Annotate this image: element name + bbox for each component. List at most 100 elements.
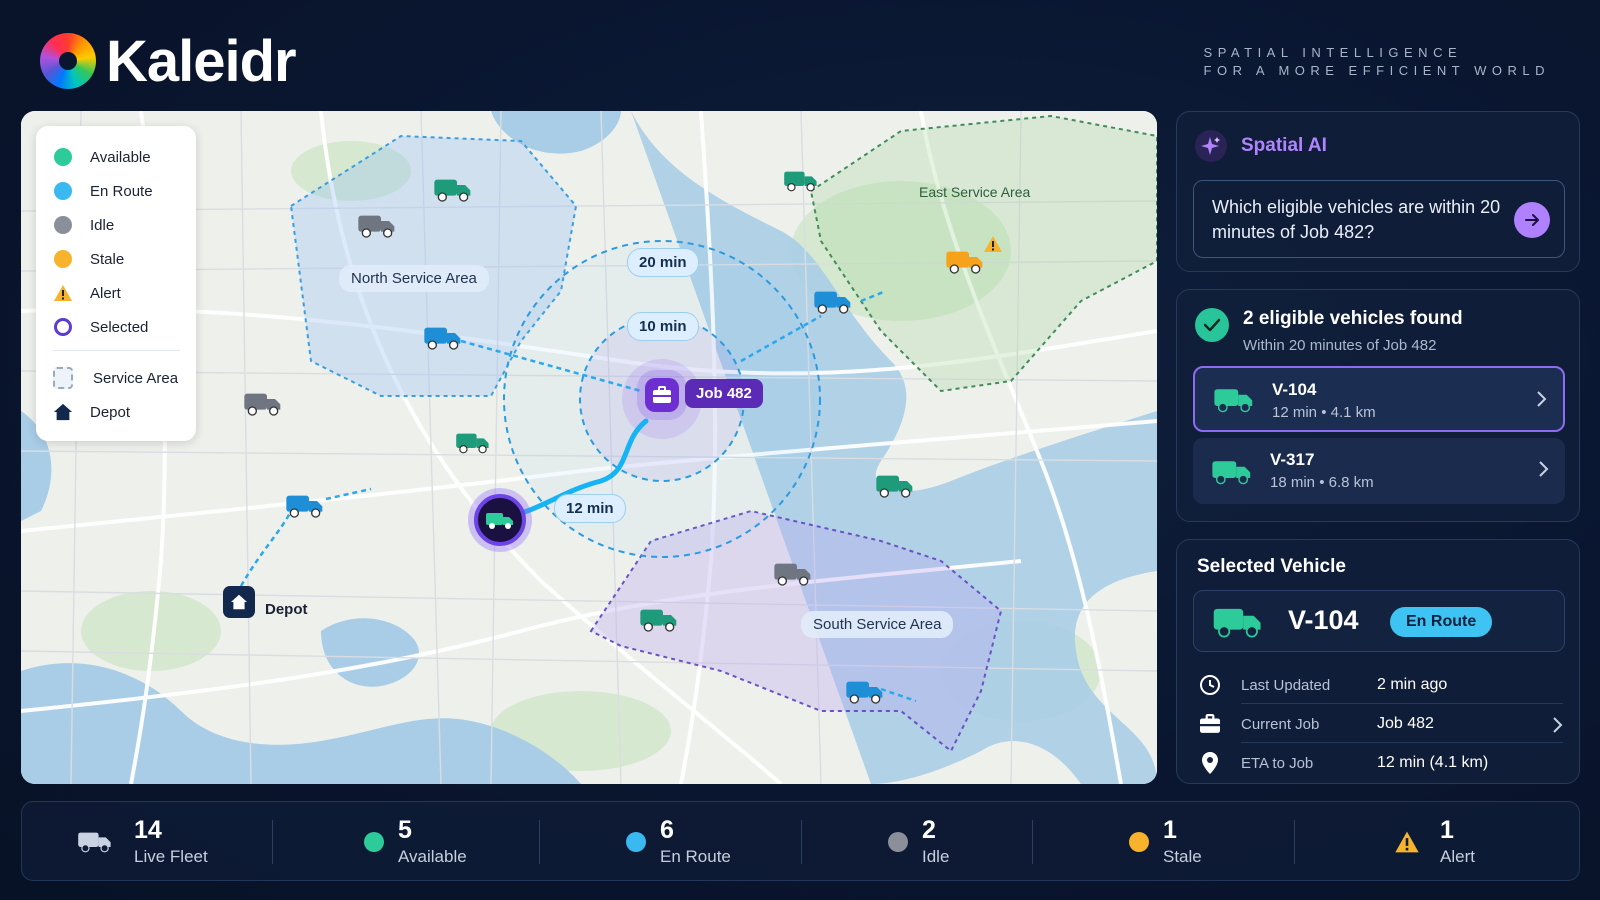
truck-marker-available[interactable] xyxy=(433,175,473,203)
vehicle-id: V-317 xyxy=(1270,450,1315,469)
home-icon xyxy=(53,403,73,421)
vehicle-meta: 12 min • 4.1 km xyxy=(1272,404,1376,421)
vehicle-card-v104[interactable]: V-104 12 min • 4.1 km xyxy=(1193,366,1565,432)
job-482-tag[interactable]: Job 482 xyxy=(685,379,763,408)
truck-marker-en-route[interactable] xyxy=(285,491,325,519)
legend-item-service-area: Service Area xyxy=(53,361,196,395)
spatial-ai-title: Spatial AI xyxy=(1241,135,1327,156)
briefcase-icon xyxy=(653,386,671,403)
north-service-area-label: North Service Area xyxy=(339,265,489,292)
ring-20-min-label: 20 min xyxy=(627,248,699,277)
fleet-stats-bar: 14 Live Fleet 5 Available 6 En Route 2 I… xyxy=(21,801,1580,881)
depot-pin[interactable] xyxy=(223,586,255,618)
truck-marker-available[interactable] xyxy=(639,605,679,633)
stale-dot-icon xyxy=(54,250,72,268)
chevron-right-icon xyxy=(1537,391,1547,407)
map-view[interactable]: Available En Route Idle Stale Alert Sele… xyxy=(21,111,1157,784)
arrow-right-icon xyxy=(1525,214,1539,226)
location-pin-icon xyxy=(1202,752,1218,774)
en-route-dot-icon xyxy=(54,182,72,200)
stat-stale: 1 Stale xyxy=(1129,802,1279,882)
truck-icon xyxy=(78,832,111,853)
warning-icon xyxy=(984,236,1002,252)
detail-eta: ETA to Job 12 min (4.1 km) xyxy=(1197,744,1563,782)
vehicle-meta: 18 min • 6.8 km xyxy=(1270,474,1374,491)
stat-available: 5 Available xyxy=(364,802,544,882)
results-panel: 2 eligible vehicles found Within 20 minu… xyxy=(1176,289,1580,522)
south-service-area-label: South Service Area xyxy=(801,611,954,638)
dashed-square-icon xyxy=(53,367,73,389)
vehicle-card-v317[interactable]: V-317 18 min • 6.8 km xyxy=(1193,438,1565,504)
selected-vehicle-marker[interactable] xyxy=(474,494,526,546)
divider xyxy=(1294,820,1295,864)
detail-current-job[interactable]: Current Job Job 482 xyxy=(1197,705,1563,743)
selected-vehicle-card: V-104 En Route xyxy=(1193,590,1565,652)
detail-last-updated: Last Updated 2 min ago xyxy=(1197,666,1563,704)
stat-en-route: 6 En Route xyxy=(626,802,806,882)
stale-dot-icon xyxy=(1129,832,1149,852)
chevron-right-icon xyxy=(1539,461,1549,477)
results-title: 2 eligible vehicles found xyxy=(1243,308,1463,329)
east-service-area-label: East Service Area xyxy=(919,184,1031,200)
ai-query-text: Which eligible vehicles are within 20 mi… xyxy=(1212,197,1501,242)
divider xyxy=(1241,703,1563,704)
truck-icon xyxy=(1212,461,1251,485)
brand-header: Kaleidr xyxy=(40,29,297,94)
selected-vehicle-title: Selected Vehicle xyxy=(1197,556,1346,577)
truck-marker-available[interactable] xyxy=(875,471,915,499)
divider xyxy=(539,820,540,864)
logo-icon xyxy=(40,33,96,89)
truck-marker-en-route[interactable] xyxy=(813,287,853,315)
divider xyxy=(1241,742,1563,743)
stat-idle: 2 Idle xyxy=(888,802,1038,882)
divider xyxy=(1032,820,1033,864)
idle-dot-icon xyxy=(54,216,72,234)
job-pin[interactable] xyxy=(645,378,679,412)
truck-marker-idle[interactable] xyxy=(773,559,813,587)
legend-item-selected: Selected xyxy=(53,310,196,344)
legend-item-stale: Stale xyxy=(53,242,196,276)
stat-live-fleet: 14 Live Fleet xyxy=(77,802,277,882)
spatial-ai-panel: Spatial AI Which eligible vehicles are w… xyxy=(1176,111,1580,272)
sparkle-icon xyxy=(1195,130,1227,162)
selected-ring-icon xyxy=(54,318,72,336)
truck-icon xyxy=(486,513,513,529)
depot-label: Depot xyxy=(265,601,308,618)
stat-alert: 1 Alert xyxy=(1394,802,1544,882)
legend-item-idle: Idle xyxy=(53,208,196,242)
legend-item-available: Available xyxy=(53,140,196,174)
status-badge: En Route xyxy=(1390,607,1493,637)
map-legend: Available En Route Idle Stale Alert Sele… xyxy=(36,126,196,441)
send-button[interactable] xyxy=(1514,202,1550,238)
clock-icon xyxy=(1200,675,1220,695)
spatial-ai-header: Spatial AI xyxy=(1195,130,1327,162)
divider xyxy=(272,820,273,864)
legend-item-en-route: En Route xyxy=(53,174,196,208)
chevron-right-icon xyxy=(1553,717,1563,733)
warning-icon xyxy=(54,285,72,301)
legend-divider xyxy=(53,350,180,351)
truck-marker-available[interactable] xyxy=(455,429,491,455)
selected-vehicle-panel: Selected Vehicle V-104 En Route Last Upd… xyxy=(1176,539,1580,784)
results-subtitle: Within 20 minutes of Job 482 xyxy=(1243,337,1437,354)
truck-marker-available[interactable] xyxy=(783,167,819,193)
warning-icon xyxy=(1395,831,1419,853)
idle-dot-icon xyxy=(888,832,908,852)
selected-vehicle-id: V-104 xyxy=(1288,605,1359,635)
ai-query-input[interactable]: Which eligible vehicles are within 20 mi… xyxy=(1193,180,1565,258)
vehicle-id: V-104 xyxy=(1272,380,1317,399)
available-dot-icon xyxy=(54,148,72,166)
truck-marker-idle[interactable] xyxy=(357,211,397,239)
truck-marker-en-route[interactable] xyxy=(845,677,885,705)
tagline: SPATIAL INTELLIGENCE FOR A MORE EFFICIEN… xyxy=(1203,45,1550,78)
legend-item-alert: Alert xyxy=(53,276,196,310)
briefcase-icon xyxy=(1200,714,1220,733)
truck-marker-en-route[interactable] xyxy=(423,323,463,351)
truck-marker-idle[interactable] xyxy=(243,389,283,417)
available-dot-icon xyxy=(364,832,384,852)
truck-icon xyxy=(1214,389,1253,413)
home-icon xyxy=(231,594,247,610)
legend-item-depot: Depot xyxy=(53,395,196,429)
truck-marker-stale[interactable] xyxy=(945,247,985,275)
check-icon xyxy=(1195,308,1229,342)
